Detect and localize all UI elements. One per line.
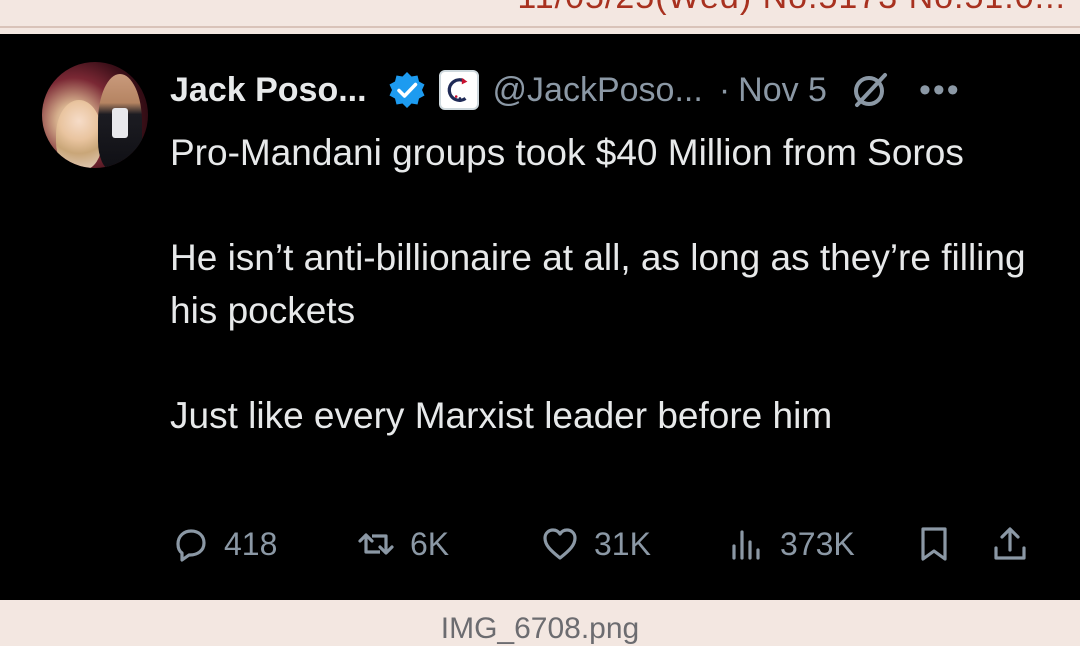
tweet-text-line: Pro-Mandani groups took $40 Million from… <box>170 132 964 173</box>
views-button[interactable]: 373K <box>726 524 855 564</box>
author-name[interactable]: Jack Poso... <box>170 71 367 110</box>
repost-icon <box>358 533 394 555</box>
repost-button[interactable]: 6K <box>356 524 449 564</box>
share-icon <box>994 527 1026 560</box>
like-icon <box>543 528 577 560</box>
tweet-header: Jack Poso... @JackPoso... · Nov 5 ••• <box>170 64 961 116</box>
verified-badge-icon <box>387 70 427 110</box>
image-filename: IMG_6708.png <box>440 612 640 645</box>
reply-count: 418 <box>224 525 278 562</box>
tweet-text-line: He isn’t anti-billionaire at all, as lon… <box>170 237 1026 331</box>
divider <box>0 26 1080 28</box>
repost-count: 6K <box>410 525 450 562</box>
like-count: 31K <box>594 525 651 562</box>
tweet-date[interactable]: Nov 5 <box>738 71 827 110</box>
grok-icon[interactable] <box>849 69 891 111</box>
reply-button[interactable]: 418 <box>170 524 277 564</box>
bookmark-icon <box>921 527 947 561</box>
action-bar: 418 6K 31K 373K <box>170 524 1040 574</box>
author-handle[interactable]: @JackPoso... <box>493 71 703 110</box>
separator-dot: · <box>718 70 731 109</box>
bookmark-button[interactable] <box>914 524 968 564</box>
avatar[interactable] <box>42 62 148 168</box>
tweet-card[interactable]: Jack Poso... @JackPoso... · Nov 5 ••• Pr… <box>0 34 1080 600</box>
affiliate-badge-icon[interactable] <box>438 70 479 110</box>
views-icon <box>732 530 760 560</box>
cut-header-strip: 11/05/25(Wed) No.5173 No.51.0... <box>0 0 1080 26</box>
tweet-text: Pro-Mandani groups took $40 Million from… <box>170 126 1050 442</box>
cut-header-text: 11/05/25(Wed) No.5173 No.51.0... <box>517 0 1066 17</box>
reply-icon <box>176 529 206 562</box>
views-count: 373K <box>780 525 855 562</box>
tweet-text-line: Just like every Marxist leader before hi… <box>170 395 833 436</box>
like-button[interactable]: 31K <box>540 524 651 564</box>
more-options-button[interactable]: ••• <box>919 71 961 110</box>
share-button[interactable] <box>990 524 1044 564</box>
